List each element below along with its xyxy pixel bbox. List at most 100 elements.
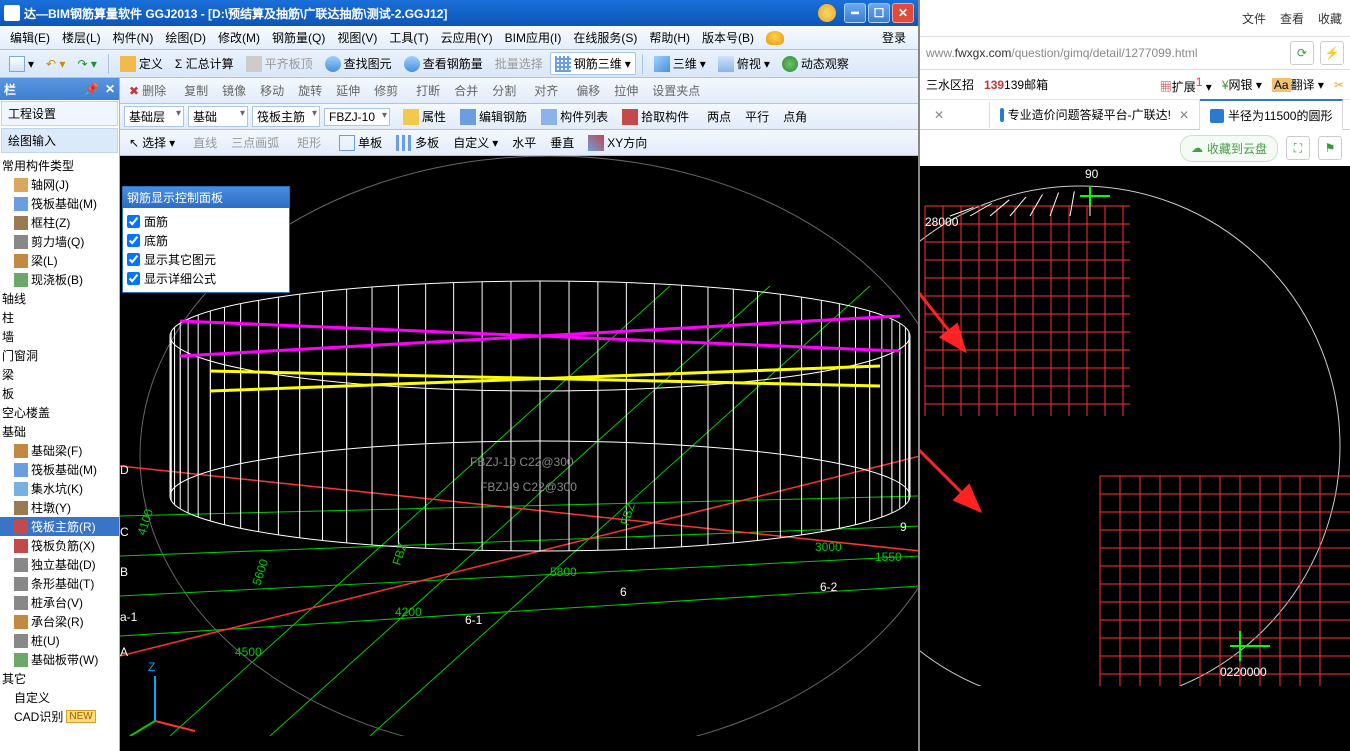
batchsel-button[interactable]: 批量选择 [490, 52, 548, 75]
tree-strip[interactable]: 条形基础(T) [0, 574, 119, 593]
close-button[interactable]: ✕ [892, 3, 914, 23]
single-button[interactable]: 单板 [334, 131, 387, 154]
minimize-button[interactable]: ━ [844, 3, 866, 23]
tree-cad[interactable]: CAD识别 NEW [0, 707, 119, 726]
arc3-button[interactable]: 三点画弧 [226, 131, 284, 154]
redo-button[interactable]: ↷ ▾ [72, 54, 101, 74]
viewport-3d[interactable]: D C B a-1 A 6 6-1 6-2 9 5800 4200 4 [120, 156, 918, 751]
line-button[interactable]: 直线 [188, 131, 222, 154]
viewrebar-button[interactable]: 查看钢筋量 [399, 52, 488, 75]
ptangle-button[interactable]: 点角 [778, 105, 812, 128]
menu-modify[interactable]: 修改(M) [212, 29, 266, 46]
cloud-save-button[interactable]: ☁收藏到云盘 [1180, 135, 1278, 162]
view3d-combo[interactable]: 钢筋三维 ▾ [550, 52, 636, 75]
address-bar[interactable]: www.fwxgx.com/question/gimq/detail/12770… [920, 36, 1350, 70]
tree-raftmain[interactable]: 筏板主筋(R) [0, 517, 119, 536]
offset-button[interactable]: 偏移 [571, 79, 605, 102]
sidebar-cat-draw[interactable]: 绘图输入 [1, 128, 118, 153]
tree-framecol[interactable]: 框柱(Z) [0, 213, 119, 232]
menu-rebar[interactable]: 钢筋量(Q) [266, 29, 331, 46]
menu-version[interactable]: 版本号(B) [696, 29, 760, 46]
tree-axisnet[interactable]: 轴网(J) [0, 175, 119, 194]
sidebar-cat-settings[interactable]: 工程设置 [1, 101, 118, 126]
menu-bim[interactable]: BIM应用(I) [499, 29, 568, 46]
cad-view[interactable]: 90 28000 0220000 [920, 166, 1350, 751]
tree-fbeam[interactable]: 基础梁(F) [0, 441, 119, 460]
xydir-button[interactable]: XY方向 [583, 131, 652, 154]
sidebar-close-icon[interactable]: ✕ [105, 82, 115, 96]
copy-button[interactable]: 复制 [179, 79, 213, 102]
rebar-display-panel[interactable]: 钢筋显示控制面板 面筋 底筋 显示其它图元 显示详细公式 [122, 186, 290, 293]
undo-button[interactable]: ↶ ▾ [41, 54, 70, 74]
attr-button[interactable]: 属性 [398, 105, 451, 128]
tree-group-opening[interactable]: 门窗洞 [0, 346, 119, 365]
reward-icon[interactable] [818, 4, 836, 22]
memberlist-button[interactable]: 构件列表 [536, 105, 613, 128]
tab-empty[interactable]: ✕ [920, 102, 990, 128]
tree-fslab[interactable]: 基础板带(W) [0, 650, 119, 669]
tree-capbeam[interactable]: 承台梁(R) [0, 612, 119, 631]
menu-cloud[interactable]: 云应用(Y) [435, 29, 499, 46]
tab-circle[interactable]: 半径为11500的圆形 [1200, 99, 1343, 130]
tree-sump[interactable]: 集水坑(K) [0, 479, 119, 498]
login-link[interactable]: 登录 [876, 29, 914, 46]
float-panel-title[interactable]: 钢筋显示控制面板 [123, 187, 289, 208]
flatroof-button[interactable]: 平齐板顶 [241, 52, 318, 75]
menu-online[interactable]: 在线服务(S) [567, 29, 643, 46]
floor-combo[interactable]: 基础层 [124, 106, 184, 127]
tree-pilecap[interactable]: 柱墩(Y) [0, 498, 119, 517]
member-tree[interactable]: 常用构件类型 轴网(J) 筏板基础(M) 框柱(Z) 剪力墙(Q) 梁(L) 现… [0, 154, 119, 751]
custom-button[interactable]: 自定义 ▾ [448, 131, 503, 154]
menu-draw[interactable]: 绘图(D) [159, 29, 212, 46]
snap-button[interactable]: 拉伸 [609, 79, 643, 102]
tree-group-wall[interactable]: 墙 [0, 327, 119, 346]
tab-qa[interactable]: 专业造价问题答疑平台-广联达!✕ [990, 100, 1200, 129]
perspective-button[interactable]: 俯视 ▾ [713, 52, 775, 75]
tab-close-icon[interactable]: ✕ [1179, 108, 1189, 122]
vert-button[interactable]: 垂直 [545, 131, 579, 154]
bk-ext[interactable]: ▦扩展1 ▾ [1160, 75, 1212, 95]
horiz-button[interactable]: 水平 [507, 131, 541, 154]
tree-beam[interactable]: 梁(L) [0, 251, 119, 270]
tree-pilecap2[interactable]: 桩承台(V) [0, 593, 119, 612]
editrebar-button[interactable]: 编辑钢筋 [455, 105, 532, 128]
expand-button[interactable]: ⛶ [1286, 136, 1310, 160]
sidebar-header[interactable]: 栏 📌 ✕ [0, 78, 119, 100]
browser-menu-view[interactable]: 查看 [1280, 10, 1304, 27]
tree-group-column[interactable]: 柱 [0, 308, 119, 327]
select-button[interactable]: ↖选择 ▾ [124, 131, 180, 154]
tree-group-beam[interactable]: 梁 [0, 365, 119, 384]
bk-mail[interactable]: 139139邮箱 [984, 76, 1048, 93]
mirror-button[interactable]: 镜像 [217, 79, 251, 102]
browser-menu-favorites[interactable]: 收藏 [1318, 10, 1342, 27]
bk-wangyin[interactable]: ¥网银 ▾ [1222, 76, 1262, 93]
tab-close-icon[interactable]: ✕ [934, 108, 944, 122]
pin-icon[interactable]: 📌 [84, 82, 99, 96]
define-button[interactable]: 定义 [115, 52, 168, 75]
tree-group-other[interactable]: 其它 [0, 669, 119, 688]
menu-edit[interactable]: 编辑(E) [4, 29, 56, 46]
code-combo[interactable]: FBZJ-10 [324, 108, 390, 126]
menu-help[interactable]: 帮助(H) [643, 29, 696, 46]
rebar-combo[interactable]: 筏板主筋 [252, 106, 320, 127]
tree-group-hollow[interactable]: 空心楼盖 [0, 403, 119, 422]
menu-floor[interactable]: 楼层(L) [56, 29, 107, 46]
twopt-button[interactable]: 两点 [702, 105, 736, 128]
safe-icon[interactable]: ⟳ [1290, 41, 1314, 65]
tree-pile[interactable]: 桩(U) [0, 631, 119, 650]
chk-formula[interactable]: 显示详细公式 [127, 269, 285, 288]
member-combo[interactable]: 基础 [188, 106, 248, 127]
browser-menu-file[interactable]: 文件 [1242, 10, 1266, 27]
menu-view[interactable]: 视图(V) [331, 29, 383, 46]
trim-button[interactable]: 修剪 [369, 79, 403, 102]
lightning-icon[interactable]: ⚡ [1320, 41, 1344, 65]
tree-raft2[interactable]: 筏板基础(M) [0, 460, 119, 479]
tree-group-common[interactable]: 常用构件类型 [0, 156, 119, 175]
bk-translate[interactable]: Aa翻译 ▾ [1272, 76, 1324, 93]
rect-button[interactable]: 矩形 [292, 131, 326, 154]
pick-button[interactable]: 拾取构件 [617, 105, 694, 128]
bk-shot[interactable]: ✂ [1334, 78, 1344, 92]
chk-other[interactable]: 显示其它图元 [127, 250, 285, 269]
tree-castslab[interactable]: 现浇板(B) [0, 270, 119, 289]
tree-custom[interactable]: 自定义 [0, 688, 119, 707]
